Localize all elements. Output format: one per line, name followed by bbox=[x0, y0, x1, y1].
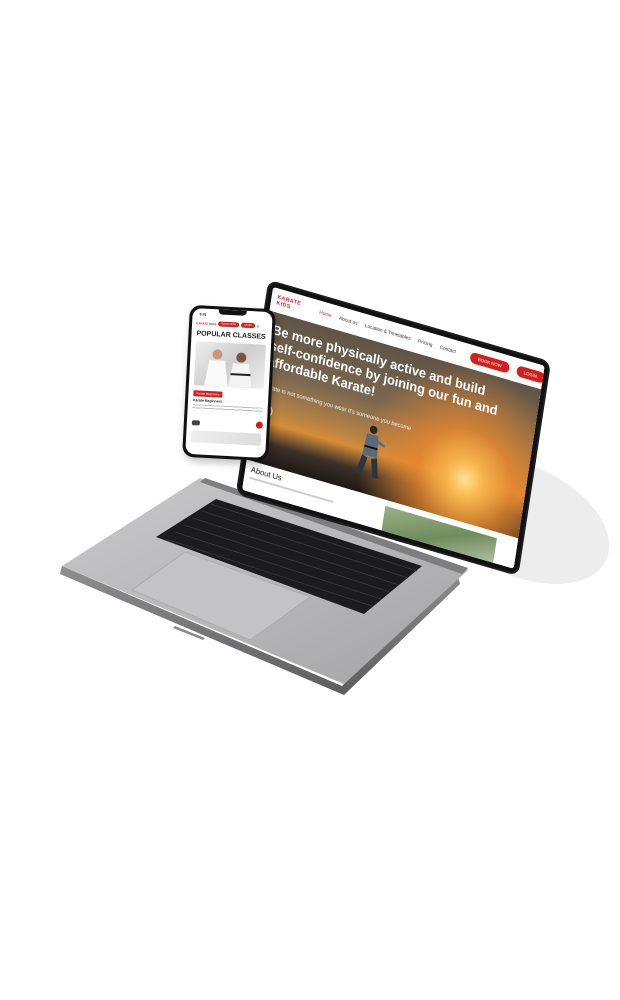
about-text-placeholder bbox=[249, 476, 334, 504]
class-tag[interactable]: Karate Beginners bbox=[193, 390, 223, 398]
nav-pricing[interactable]: Pricing bbox=[418, 338, 433, 348]
site-logo[interactable]: KARATE KIDS bbox=[276, 295, 302, 314]
phone-time: 9:41 bbox=[199, 312, 207, 317]
class-photo bbox=[193, 341, 267, 389]
phone-screen: 9:41 KARATE KIDS BOOK NOW LOGIN ☰ POPULA… bbox=[185, 308, 273, 458]
class-name: Karate Beginners bbox=[192, 398, 223, 404]
class-description-placeholder bbox=[192, 404, 263, 414]
phone-device: 9:41 KARATE KIDS BOOK NOW LOGIN ☰ POPULA… bbox=[182, 304, 276, 462]
popular-classes-title: POPULAR CLASSES bbox=[196, 330, 266, 341]
laptop-screen: KARATE KIDS Home About us Location & Tim… bbox=[237, 282, 549, 574]
class-photo-image bbox=[203, 349, 253, 389]
karate-figure-image bbox=[355, 425, 387, 480]
add-class-button[interactable] bbox=[255, 421, 264, 429]
nav-about[interactable]: About us bbox=[339, 315, 358, 326]
nav-home[interactable]: Home bbox=[319, 310, 332, 319]
login-button[interactable]: LOGIN bbox=[515, 364, 545, 384]
phone-nav: KARATE KIDS BOOK NOW LOGIN ☰ bbox=[196, 319, 268, 330]
nav-contact[interactable]: Contact bbox=[439, 345, 456, 356]
next-class-card bbox=[190, 430, 262, 446]
phone-logo[interactable]: KARATE KIDS bbox=[196, 321, 216, 326]
hamburger-menu-icon[interactable]: ☰ bbox=[257, 324, 260, 328]
phone-notch bbox=[218, 309, 247, 316]
instructor-avatar bbox=[191, 420, 200, 426]
phone-login-button[interactable]: LOGIN bbox=[240, 322, 256, 329]
phone-book-now-button[interactable]: BOOK NOW bbox=[218, 321, 240, 328]
laptop-website: KARATE KIDS Home About us Location & Tim… bbox=[242, 287, 545, 569]
